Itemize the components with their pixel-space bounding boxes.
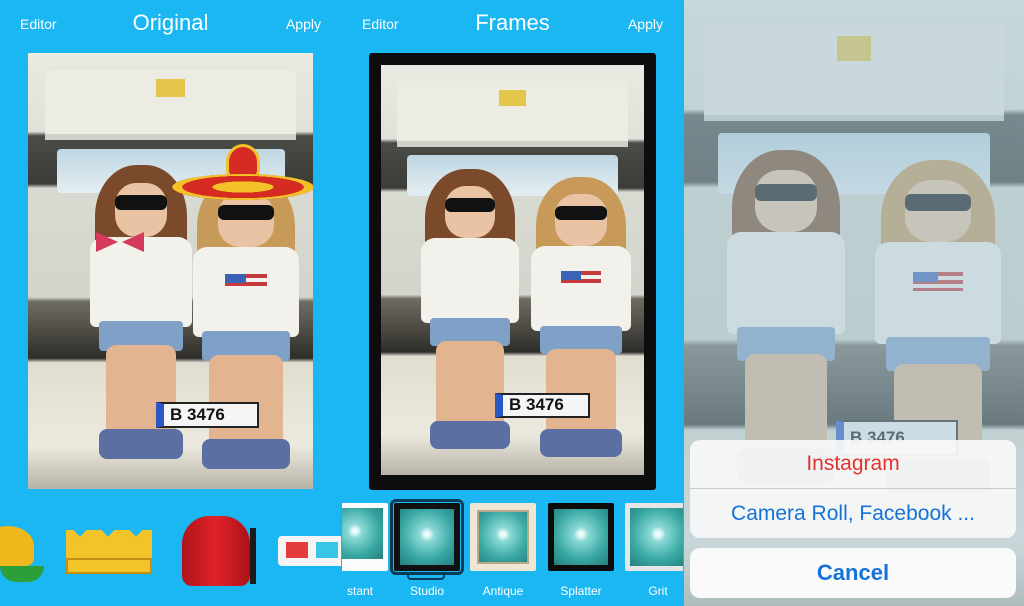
studio-frame: B 3476 [369,53,656,490]
action-sheet: Instagram Camera Roll, Facebook ... [690,440,1016,538]
person-right [527,177,635,463]
frame-grit-thumb[interactable] [625,503,683,571]
instagram-option[interactable]: Instagram [690,440,1016,489]
license-plate: B 3476 [495,393,590,418]
frame-studio-thumb[interactable] [390,499,464,575]
frame-studio-label: Studio [409,584,445,598]
frame-splatter-thumb[interactable] [548,503,614,571]
frame-antique-thumb[interactable] [470,503,536,571]
apply-button[interactable]: Apply [286,16,321,32]
crown-icon[interactable] [66,530,152,574]
frame-splatter-label: Splatter [560,584,602,598]
bowtie-sticker[interactable] [96,232,144,252]
frames-screen: Editor Frames Apply B 3476 stant Studio … [342,0,683,606]
sombrero-sticker[interactable] [172,144,314,200]
editor-screen: Editor Original Apply B 3476 [0,0,341,606]
flag-print [224,274,268,291]
frame-antique-label: Antique [482,584,524,598]
person-right [188,175,304,475]
frame-grit-label: Grit [648,584,668,598]
nav-bar: Editor Frames Apply [342,0,683,48]
camera-roll-facebook-option[interactable]: Camera Roll, Facebook ... [690,489,1016,538]
van-sticker [156,79,185,97]
license-plate: B 3476 [156,401,259,428]
nav-bar: Editor Original Apply [0,0,341,48]
photo-canvas[interactable]: B 3476 [28,53,313,489]
photo-canvas[interactable]: B 3476 [381,65,644,475]
3d-glasses-icon[interactable] [278,536,341,566]
cancel-button[interactable]: Cancel [690,548,1016,598]
selected-indicator [407,572,445,580]
frame-instant-thumb[interactable] [342,503,388,571]
apply-button[interactable]: Apply [628,16,663,32]
fez-icon[interactable] [176,516,256,590]
hat-icon[interactable] [0,526,46,582]
